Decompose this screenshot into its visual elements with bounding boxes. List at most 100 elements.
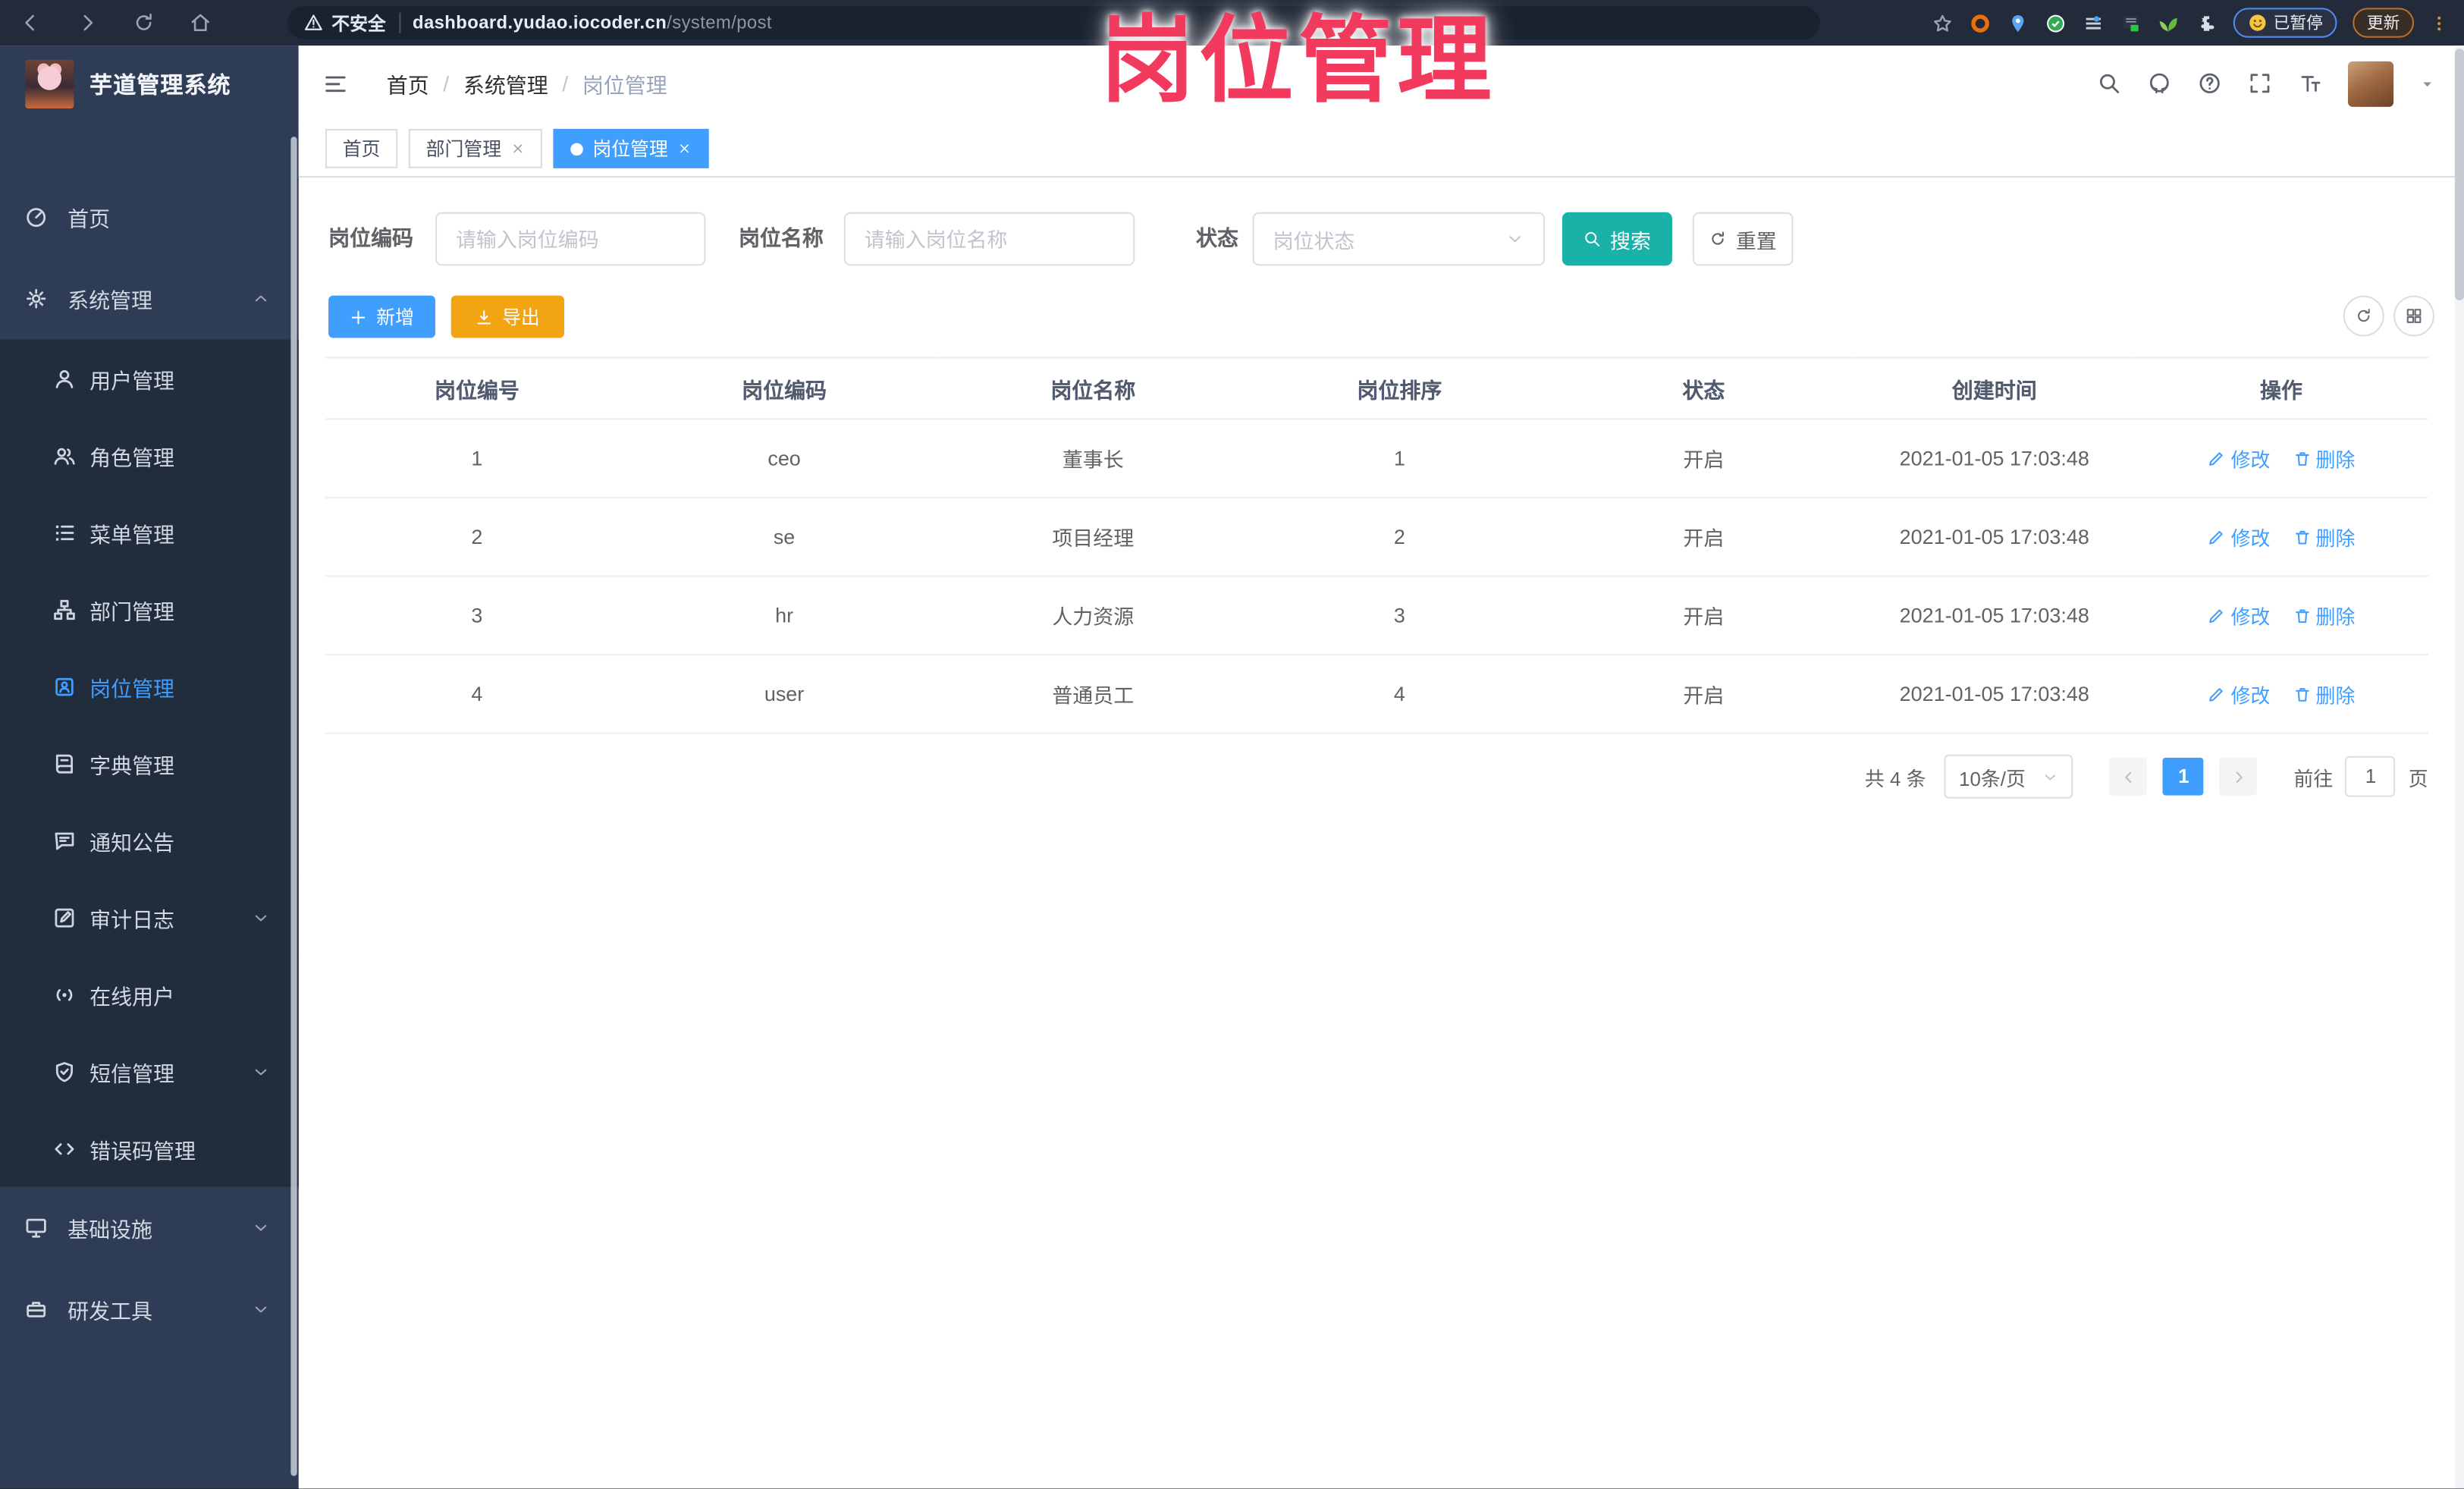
address-bar[interactable]: 不安全 dashboard.yudao.iocoder.cn/system/po… [287, 6, 1820, 39]
sidebar-item-online[interactable]: 在线用户 [0, 955, 299, 1033]
sidebar-item-label: 岗位管理 [89, 677, 175, 701]
tab-post[interactable]: 岗位管理 [553, 128, 709, 168]
browser-home-icon[interactable] [189, 11, 212, 35]
delete-link[interactable]: 删除 [2292, 679, 2355, 708]
browser-reload-icon[interactable] [132, 11, 155, 35]
sidebar-item-gear[interactable]: 系统管理 [0, 258, 299, 340]
sidebar-toggle-icon[interactable] [322, 70, 349, 96]
sidebar-item-book[interactable]: 字典管理 [0, 724, 299, 802]
sidebar-item-label: 部门管理 [89, 599, 175, 624]
column-settings-button[interactable] [2393, 295, 2434, 337]
next-page-button[interactable] [2220, 757, 2258, 796]
user-menu-caret-icon[interactable] [2418, 74, 2436, 92]
sidebar-item-editlog[interactable]: 审计日志 [0, 878, 299, 956]
extension-icon[interactable] [1969, 12, 1991, 34]
breadcrumb-item[interactable]: 首页 [387, 68, 429, 99]
edit-link[interactable]: 修改 [2208, 522, 2270, 551]
reset-button[interactable]: 重置 [1692, 212, 1794, 266]
browser-forward-icon[interactable] [75, 11, 99, 35]
cell-status: 开启 [1552, 497, 1855, 577]
filter-status-select[interactable]: 岗位状态 [1252, 212, 1546, 266]
cell-created: 2021-01-05 17:03:48 [1854, 655, 2135, 734]
tab-label: 岗位管理 [592, 138, 668, 161]
edit-link[interactable]: 修改 [2208, 601, 2270, 630]
sidebar-item-dashboard[interactable]: 首页 [0, 176, 299, 258]
sidebar-item-code[interactable]: 错误码管理 [0, 1110, 299, 1187]
column-header: 状态 [1552, 357, 1855, 420]
delete-link[interactable]: 删除 [2292, 522, 2355, 551]
bookmark-star-icon[interactable] [1931, 12, 1953, 34]
browser-toolbar-right: 已暂停 更新 [1931, 0, 2449, 46]
sidebar-item-users[interactable]: 角色管理 [0, 416, 299, 494]
goto-page-input[interactable] [2345, 755, 2397, 797]
page-size-select[interactable]: 10条/页 [1945, 754, 2074, 799]
delete-link[interactable]: 删除 [2292, 601, 2355, 630]
chevron-down-icon [252, 1218, 271, 1237]
page-scrollbar[interactable] [2454, 46, 2464, 1489]
breadcrumb-separator: / [443, 71, 450, 96]
browser-menu-icon[interactable] [2430, 12, 2449, 34]
trash-icon [2292, 527, 2311, 546]
cell-name: 普通员工 [940, 655, 1247, 734]
filter-code-input[interactable] [435, 212, 706, 266]
extension-icon[interactable] [2119, 12, 2141, 34]
sidebar-item-label: 角色管理 [89, 445, 175, 470]
sidebar-scrollbar[interactable] [290, 137, 297, 1476]
edit-link[interactable]: 修改 [2208, 443, 2270, 473]
paused-badge[interactable]: 已暂停 [2232, 8, 2337, 38]
filter-name-label: 岗位名称 [738, 226, 824, 250]
font-size-icon[interactable] [2298, 71, 2323, 96]
extensions-menu-icon[interactable] [2195, 12, 2217, 34]
extension-icon[interactable] [2006, 12, 2028, 34]
export-button[interactable]: 导出 [450, 295, 564, 338]
sidebar-item-tree[interactable]: 部门管理 [0, 570, 299, 648]
search-icon [1584, 230, 1602, 249]
add-button[interactable]: 新增 [328, 295, 436, 338]
sidebar-item-label: 审计日志 [89, 907, 175, 931]
page-number-current[interactable]: 1 [2163, 757, 2205, 796]
sidebar-item-label: 菜单管理 [89, 523, 175, 547]
cell-status: 开启 [1552, 576, 1855, 656]
sidebar-item-infra[interactable]: 基础设施 [0, 1187, 299, 1269]
github-icon[interactable] [2147, 71, 2172, 96]
table-row: 3 hr 人力资源 3 开启 2021-01-05 17:03:48 修改 删除 [325, 576, 2428, 656]
refresh-table-button[interactable] [2343, 295, 2384, 337]
delete-link[interactable]: 删除 [2292, 443, 2355, 473]
close-icon[interactable] [511, 142, 526, 156]
prev-page-button[interactable] [2109, 757, 2148, 796]
breadcrumb-item[interactable]: 系统管理 [463, 68, 548, 99]
global-search-icon[interactable] [2096, 71, 2121, 96]
tab-dept[interactable]: 部门管理 [408, 128, 543, 168]
extension-icon[interactable] [2157, 12, 2179, 34]
user-avatar[interactable] [2348, 60, 2394, 106]
extension-icon[interactable] [2044, 12, 2066, 34]
sidebar-item-badge[interactable]: 岗位管理 [0, 647, 299, 725]
cell-name: 董事长 [940, 419, 1247, 498]
app-title: 芋道管理系统 [89, 73, 231, 99]
scrollbar-thumb[interactable] [2454, 49, 2464, 300]
browser-back-icon[interactable] [19, 11, 42, 35]
app-logo[interactable]: 芋道管理系统 [0, 46, 299, 121]
update-button[interactable]: 更新 [2353, 8, 2415, 38]
users-icon [52, 442, 77, 467]
extension-icon[interactable] [2082, 12, 2104, 34]
tab-home[interactable]: 首页 [325, 128, 398, 168]
tag-tabs-bar: 首页 部门管理 岗位管理 [298, 121, 2464, 178]
column-header: 岗位名称 [940, 357, 1247, 420]
edit-icon [2208, 606, 2227, 625]
help-icon[interactable] [2197, 71, 2222, 96]
sidebar-item-user[interactable]: 用户管理 [0, 339, 299, 417]
fullscreen-icon[interactable] [2247, 71, 2272, 96]
shield-icon [52, 1059, 77, 1084]
column-header: 岗位排序 [1246, 357, 1553, 420]
filter-name-input[interactable] [843, 212, 1135, 266]
sidebar-item-shield[interactable]: 短信管理 [0, 1032, 299, 1110]
sidebar-item-list[interactable]: 菜单管理 [0, 493, 299, 571]
close-icon[interactable] [677, 142, 692, 156]
screenshot-root: 不安全 dashboard.yudao.iocoder.cn/system/po… [0, 0, 2464, 1489]
sidebar-item-bubble[interactable]: 通知公告 [0, 801, 299, 879]
search-button[interactable]: 搜索 [1562, 212, 1672, 266]
edit-link[interactable]: 修改 [2208, 679, 2270, 708]
sidebar-item-tools[interactable]: 研发工具 [0, 1268, 299, 1350]
annotation-watermark: 岗位管理 [1100, 8, 1496, 114]
